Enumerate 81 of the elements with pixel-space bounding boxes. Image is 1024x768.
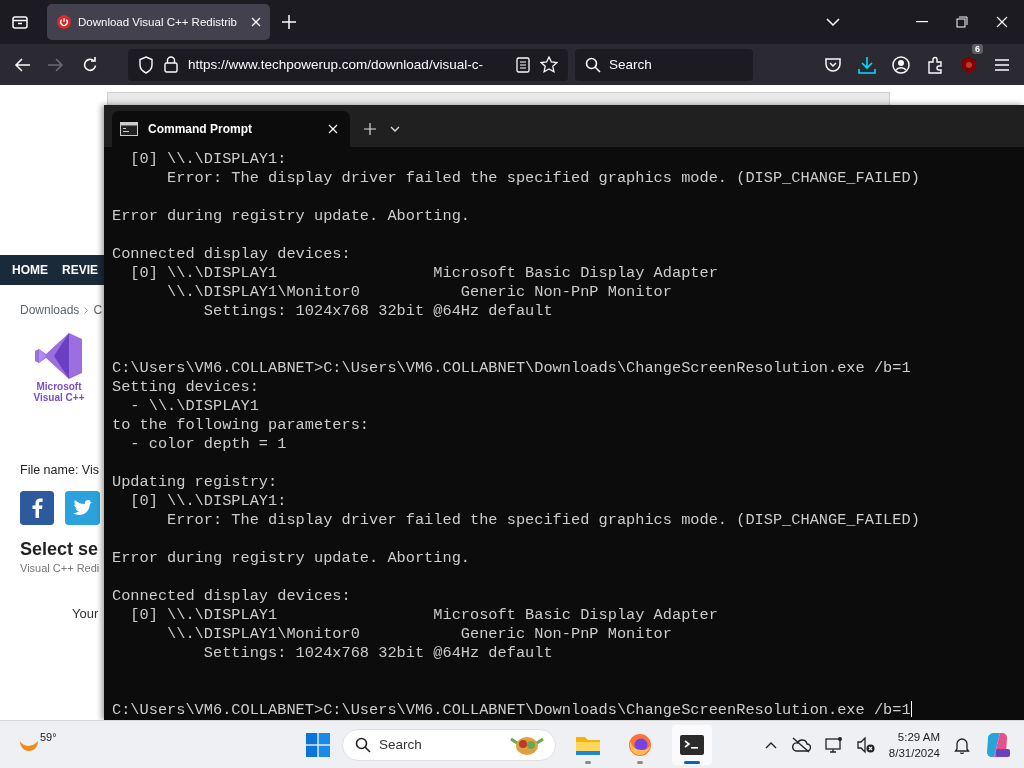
facebook-icon[interactable] <box>20 491 54 525</box>
terminal-line: Connected display devices: <box>112 245 351 264</box>
section-heading: Select se <box>20 539 100 560</box>
terminal-line: C:\Users\VM6.COLLABNET>C:\Users\VM6.COLLABNET\Downloads\ChangeScreenResolution.exe /b=1 <box>112 359 911 378</box>
terminal-line: [0] \\.\DISPLAY1: <box>129 492 287 511</box>
bird-icon[interactable] <box>65 491 100 525</box>
terminal-line: \\.\DISPLAY1\Monitor0 Generic Non-PnP Monitor <box>166 283 672 302</box>
chevron-down-icon[interactable] <box>390 126 400 132</box>
terminal-line: Settings: 1024x768 32bit @64Hz default <box>202 302 553 321</box>
terminal-line: - color depth = 1 <box>129 435 287 454</box>
browser-tab[interactable]: Download Visual C++ Redistrib <box>47 4 270 40</box>
chevron-right-icon <box>84 306 89 314</box>
chevron-up-icon[interactable] <box>764 740 777 749</box>
star-icon[interactable] <box>540 56 558 73</box>
account-icon[interactable] <box>892 55 910 74</box>
file-name-label: File name: Vis <box>20 463 100 477</box>
restore-icon[interactable] <box>956 16 968 28</box>
body-text: Your <box>72 606 100 621</box>
close-icon[interactable] <box>996 16 1008 28</box>
logo-icon <box>34 331 84 381</box>
terminal-line: Error: The display driver failed the specified graphics mode. (DISP_CHANGE_FAILED) <box>166 169 920 188</box>
nav-link[interactable]: HOME <box>12 263 48 277</box>
clock[interactable]: 5:29 AM 8/31/2024 <box>888 728 940 761</box>
reload-icon[interactable] <box>82 56 98 73</box>
new-tab-icon[interactable] <box>364 123 376 135</box>
download-icon[interactable] <box>858 55 876 74</box>
assistant-icon[interactable] <box>984 731 1010 758</box>
breadcrumb-link[interactable]: C <box>93 303 103 317</box>
monitor-icon[interactable] <box>824 735 843 754</box>
reader-view-icon[interactable] <box>516 56 530 73</box>
terminal-line: Error during registry update. Aborting. <box>112 549 470 568</box>
console-icon <box>120 122 138 136</box>
extension-badge: 6 <box>972 43 983 54</box>
time-text: 5:29 AM <box>897 729 940 745</box>
terminal-line: to the following parameters: <box>112 416 370 435</box>
terminal-line: \\.\DISPLAY1\Monitor0 Generic Non-PnP Monitor <box>166 625 672 644</box>
tab-list-icon[interactable] <box>11 14 29 30</box>
cloud-off-icon[interactable] <box>790 736 811 753</box>
terminal-line: [0] \\.\DISPLAY1 Microsoft Basic Display Adapter <box>129 264 718 283</box>
logo-text: Microsoft <box>36 381 82 392</box>
moon-icon <box>20 738 38 751</box>
terminal-icon <box>680 734 704 755</box>
terminal-line: Settings: 1024x768 32bit @64Hz default <box>202 644 553 663</box>
lock-icon <box>164 56 178 73</box>
nav-link[interactable]: REVIE <box>62 263 98 277</box>
terminal-line: Setting devices: <box>112 378 259 397</box>
temperature-text: 59° <box>40 730 57 743</box>
back-icon[interactable] <box>14 57 30 72</box>
terminal-tab[interactable]: Command Prompt <box>112 111 350 147</box>
taskbar-search-field[interactable]: Search <box>342 728 556 761</box>
date-text: 8/31/2024 <box>888 745 940 761</box>
shield-icon <box>138 55 154 74</box>
search-icon <box>355 736 371 753</box>
terminal-line: [0] \\.\DISPLAY1: <box>129 150 287 169</box>
power-icon <box>57 15 71 29</box>
breadcrumb-link[interactable]: Downloads <box>20 303 80 317</box>
terminal-line: Error: The display driver failed the specified graphics mode. (DISP_CHANGE_FAILED) <box>166 511 920 530</box>
terminal-line: C:\Users\VM6.COLLABNET>C:\Users\VM6.COLLABNET\Downloads\ChangeScreenResolution.exe /b=1 <box>112 701 913 720</box>
terminal-line: Connected display devices: <box>112 587 351 606</box>
pocket-icon[interactable] <box>824 56 842 73</box>
speaker-muted-icon[interactable] <box>856 735 875 754</box>
menu-icon[interactable] <box>994 57 1010 72</box>
terminal-line: Error during registry update. Aborting. <box>112 207 470 226</box>
minimize-icon[interactable] <box>916 21 928 23</box>
fox-globe-icon <box>628 732 652 757</box>
terminal-line: Updating registry: <box>112 473 278 492</box>
search-field[interactable]: Search <box>575 48 753 81</box>
logo-text: Visual C++ <box>33 392 85 403</box>
terminal-line: - \\.\DISPLAY1 <box>129 397 259 416</box>
close-icon[interactable] <box>250 16 262 28</box>
close-icon[interactable] <box>328 124 338 134</box>
terminal-line: [0] \\.\DISPLAY1 Microsoft Basic Display Adapter <box>129 606 718 625</box>
bell-icon[interactable] <box>954 735 970 754</box>
search-icon <box>585 56 601 73</box>
taskbar-app-button[interactable] <box>672 724 712 765</box>
section-subtitle: Visual C++ Redi <box>20 562 101 574</box>
extensions-icon[interactable] <box>926 55 944 74</box>
address-field[interactable]: https://www.techpowerup.com/download/visual-c- <box>128 48 568 81</box>
windows-icon[interactable] <box>306 732 330 757</box>
shield-extension-icon[interactable] <box>960 55 978 74</box>
forward-icon[interactable] <box>48 57 64 72</box>
